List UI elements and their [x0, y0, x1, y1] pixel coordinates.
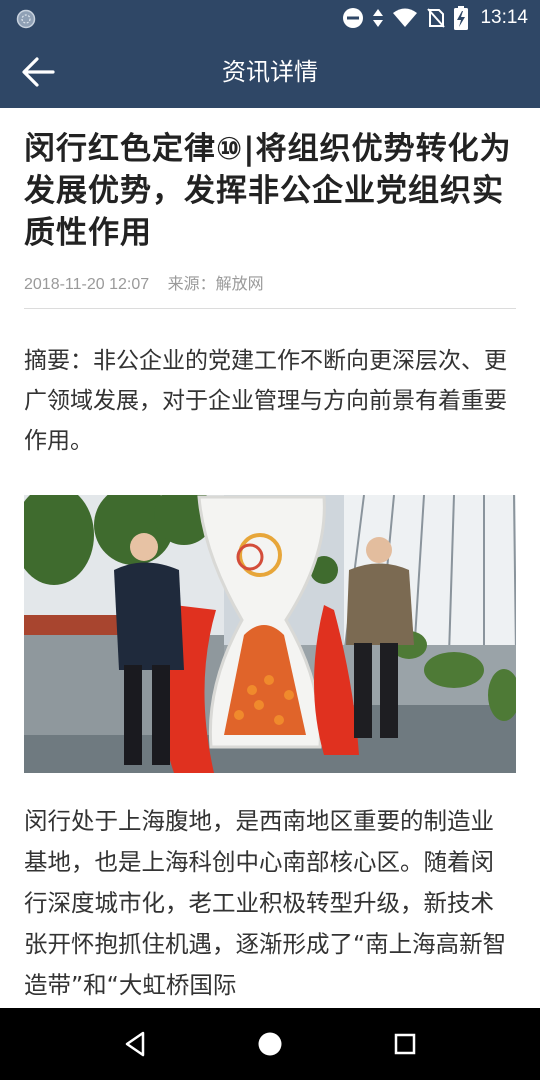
divider — [24, 308, 516, 309]
article-title: 闵行红色定律⑩|将组织优势转化为发展优势，发挥非公企业党组织实质性作用 — [24, 131, 512, 251]
data-arrows-icon — [373, 9, 384, 27]
article-photo[interactable] — [24, 495, 516, 773]
status-bar: 13:14 — [0, 0, 540, 36]
nav-recents-button[interactable] — [385, 1026, 425, 1062]
arrow-left-icon — [22, 57, 55, 87]
article-date: 2018-11-20 12:07 — [24, 276, 150, 293]
battery-charging-icon — [454, 6, 469, 30]
page-title: 资讯详情 — [222, 58, 318, 86]
back-button[interactable] — [14, 50, 62, 94]
article-summary: 摘要：非公企业的党建工作不断向更深层次、更广领域发展，对于企业管理与方向前景有着… — [24, 348, 507, 454]
nav-back-button[interactable] — [115, 1026, 155, 1062]
notification-icon — [16, 9, 36, 29]
nav-home-button[interactable] — [250, 1026, 290, 1062]
article-meta: 2018-11-20 12:07 来源：解放网 — [24, 272, 516, 298]
clock: 13:14 — [480, 7, 528, 28]
wifi-icon — [393, 8, 418, 27]
app-bar: 资讯详情 — [0, 36, 540, 108]
system-nav-bar — [0, 1008, 540, 1080]
article-body: 闵行处于上海腹地，是西南地区重要的制造业基地，也是上海科创中心南部核心区。随着闵… — [24, 807, 507, 999]
no-sim-icon — [427, 8, 446, 28]
article-source: 来源：解放网 — [167, 276, 264, 293]
triangle-back-icon — [125, 1031, 145, 1057]
circle-home-icon — [258, 1032, 282, 1056]
square-recents-icon — [394, 1033, 416, 1055]
ceremony-photo — [24, 495, 516, 773]
article-content[interactable]: 闵行红色定律⑩|将组织优势转化为发展优势，发挥非公企业党组织实质性作用 2018… — [24, 108, 516, 1008]
do-not-disturb-icon — [343, 8, 364, 28]
